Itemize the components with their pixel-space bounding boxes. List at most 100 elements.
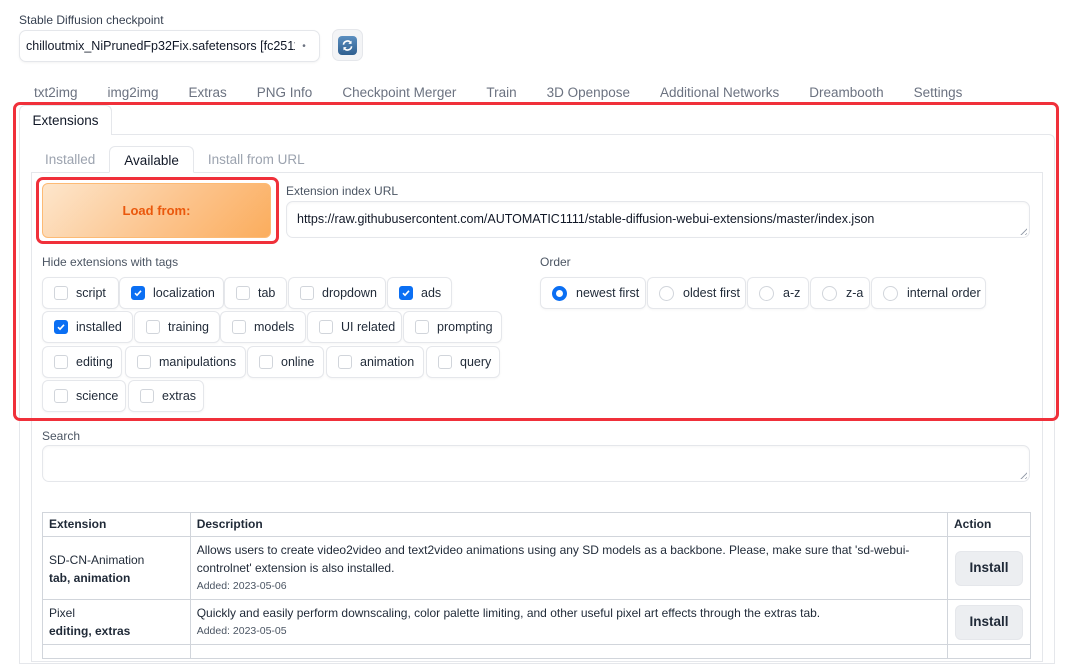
checkbox-unchecked-icon[interactable] xyxy=(54,286,68,300)
search-input[interactable] xyxy=(42,445,1030,482)
checkbox-unchecked-icon[interactable] xyxy=(438,355,452,369)
tab-img2img[interactable]: img2img xyxy=(93,82,174,104)
tab-png-info[interactable]: PNG Info xyxy=(242,82,328,104)
tag-checkbox-editing[interactable]: editing xyxy=(42,346,122,378)
tag-label: installed xyxy=(76,320,122,334)
tag-checkbox-training[interactable]: training xyxy=(134,311,220,343)
radio-unselected-icon[interactable] xyxy=(659,285,674,301)
load-from-button[interactable]: Load from: xyxy=(42,183,271,238)
extension-name[interactable]: SD-CN-Animation xyxy=(49,551,184,569)
checkbox-checked-icon[interactable] xyxy=(54,320,68,334)
install-button[interactable]: Install xyxy=(954,604,1023,640)
checkbox-unchecked-icon[interactable] xyxy=(415,320,429,334)
checkbox-checked-icon[interactable] xyxy=(131,286,145,300)
order-label-text: internal order xyxy=(907,286,981,300)
tab-settings[interactable]: Settings xyxy=(899,82,978,104)
subtab-install-from-url[interactable]: Install from URL xyxy=(194,146,319,174)
checkbox-unchecked-icon[interactable] xyxy=(236,286,250,300)
action-cell: Install xyxy=(946,599,1032,645)
checkbox-unchecked-icon[interactable] xyxy=(232,320,246,334)
checkbox-unchecked-icon[interactable] xyxy=(338,355,352,369)
order-radio-z-a[interactable]: z-a xyxy=(810,277,870,309)
checkbox-unchecked-icon[interactable] xyxy=(54,389,68,403)
order-radio-internal-order[interactable]: internal order xyxy=(871,277,986,309)
checkbox-unchecked-icon[interactable] xyxy=(259,355,273,369)
radio-unselected-icon[interactable] xyxy=(759,285,774,301)
radio-selected-icon[interactable] xyxy=(552,285,567,301)
refresh-checkpoint-button[interactable] xyxy=(332,29,363,61)
checkbox-unchecked-icon[interactable] xyxy=(300,286,314,300)
extension-tags: tab, animation xyxy=(49,571,131,585)
checkbox-unchecked-icon[interactable] xyxy=(319,320,333,334)
extension-subtabs: Installed Available Install from URL xyxy=(31,146,319,174)
checkpoint-label: Stable Diffusion checkpoint xyxy=(19,13,164,27)
table-row: Pixel editing, extras Quickly and easily… xyxy=(42,599,1032,645)
action-cell: Install xyxy=(946,536,1032,600)
tag-label: tab xyxy=(258,286,276,300)
extension-index-url-input[interactable]: https://raw.githubusercontent.com/AUTOMA… xyxy=(286,201,1030,238)
tab-3d-openpose[interactable]: 3D Openpose xyxy=(532,82,645,104)
extension-cell: Pixel editing, extras xyxy=(42,599,191,645)
extension-tags: editing, extras xyxy=(49,624,131,638)
tag-checkbox-extras[interactable]: extras xyxy=(128,380,204,412)
tab-txt2img[interactable]: txt2img xyxy=(19,82,93,104)
tag-checkbox-online[interactable]: online xyxy=(247,346,324,378)
hide-tags-label: Hide extensions with tags xyxy=(42,255,179,269)
tag-checkbox-dropdown[interactable]: dropdown xyxy=(288,277,386,309)
subtab-available[interactable]: Available xyxy=(109,146,194,173)
order-label-text: newest first xyxy=(576,286,640,300)
tag-checkbox-installed[interactable]: installed xyxy=(42,311,133,343)
resize-handle-icon[interactable] xyxy=(1018,470,1027,479)
tab-train[interactable]: Train xyxy=(471,82,531,104)
install-button[interactable]: Install xyxy=(954,550,1023,586)
tag-checkbox-manipulations[interactable]: manipulations xyxy=(125,346,246,378)
tab-additional-networks[interactable]: Additional Networks xyxy=(645,82,794,104)
tag-checkbox-ads[interactable]: ads xyxy=(387,277,452,309)
resize-handle-icon[interactable] xyxy=(1018,226,1027,235)
order-label: Order xyxy=(540,255,571,269)
tag-label: prompting xyxy=(437,320,493,334)
refresh-icon xyxy=(338,35,357,55)
table-header-row: Extension Description Action xyxy=(42,512,1032,537)
extension-name[interactable]: Pixel xyxy=(49,604,184,622)
checkpoint-value: chilloutmix_NiPrunedFp32Fix.safetensors … xyxy=(26,39,295,53)
checkbox-unchecked-icon[interactable] xyxy=(137,355,151,369)
column-header-action: Action xyxy=(946,512,1032,537)
order-label-text: z-a xyxy=(846,286,864,300)
radio-unselected-icon[interactable] xyxy=(822,285,837,301)
tag-checkbox-script[interactable]: script xyxy=(42,277,119,309)
table-row xyxy=(42,644,1032,659)
order-radio-oldest-first[interactable]: oldest first xyxy=(647,277,746,309)
dropdown-arrow-icon: • xyxy=(302,40,306,52)
checkbox-checked-icon[interactable] xyxy=(399,286,413,300)
checkbox-unchecked-icon[interactable] xyxy=(146,320,160,334)
tag-checkbox-models[interactable]: models xyxy=(220,311,306,343)
order-radio-a-z[interactable]: a-z xyxy=(747,277,809,309)
tag-checkbox-localization[interactable]: localization xyxy=(119,277,224,309)
tag-checkbox-science[interactable]: science xyxy=(42,380,126,412)
tab-extras[interactable]: Extras xyxy=(174,82,242,104)
radio-unselected-icon[interactable] xyxy=(883,285,898,301)
tag-label: training xyxy=(168,320,209,334)
extension-cell: SD-CN-Animation tab, animation xyxy=(42,536,191,600)
tag-label: dropdown xyxy=(322,286,377,300)
extension-description: Allows users to create video2video and t… xyxy=(196,543,910,575)
tag-label: localization xyxy=(153,286,215,300)
order-radio-newest-first[interactable]: newest first xyxy=(540,277,646,309)
subtab-installed[interactable]: Installed xyxy=(31,146,109,174)
checkbox-unchecked-icon[interactable] xyxy=(140,389,154,403)
tag-checkbox-query[interactable]: query xyxy=(426,346,500,378)
extension-index-url-label: Extension index URL xyxy=(286,184,399,198)
tag-checkbox-animation[interactable]: animation xyxy=(326,346,424,378)
extension-description: Quickly and easily perform downscaling, … xyxy=(196,606,821,620)
tab-dreambooth[interactable]: Dreambooth xyxy=(794,82,898,104)
extension-added-date: Added: 2023-05-05 xyxy=(196,625,287,637)
tag-checkbox-prompting[interactable]: prompting xyxy=(403,311,502,343)
tag-checkbox-tab[interactable]: tab xyxy=(224,277,287,309)
checkpoint-dropdown[interactable]: chilloutmix_NiPrunedFp32Fix.safetensors … xyxy=(19,30,320,62)
tag-checkbox-ui-related[interactable]: UI related xyxy=(307,311,402,343)
tab-checkpoint-merger[interactable]: Checkpoint Merger xyxy=(327,82,471,104)
tab-extensions[interactable]: Extensions xyxy=(19,105,112,135)
checkbox-unchecked-icon[interactable] xyxy=(54,355,68,369)
tag-label: manipulations xyxy=(159,355,237,369)
